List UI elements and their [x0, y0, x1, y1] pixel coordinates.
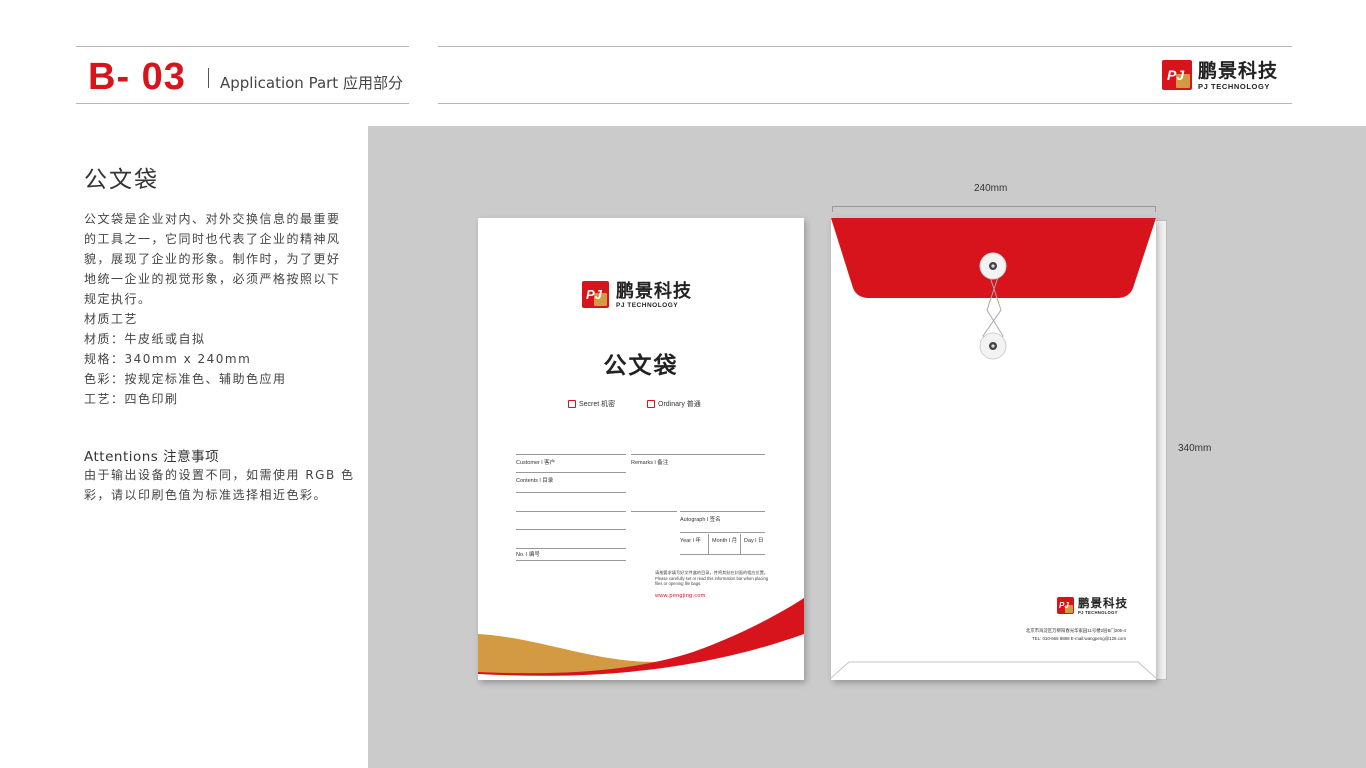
height-dimension-label: 340mm	[1178, 443, 1212, 454]
field-rule	[516, 454, 626, 455]
document-heading: 公文袋	[84, 167, 159, 193]
autograph-top-line	[680, 511, 765, 512]
contents-field-line-4	[516, 548, 626, 549]
header-rule-left-bottom	[76, 103, 409, 104]
brand-swoosh	[478, 598, 804, 680]
logo-name-cn: 鹏景科技	[616, 280, 692, 302]
company-contact: TEL: 010-666 8888 E-mail:wangpeng@126.co…	[1031, 636, 1126, 641]
width-dimension-line	[832, 206, 1156, 212]
logo-name-en: PJ TECHNOLOGY	[1078, 610, 1118, 615]
front-title: 公文袋	[603, 353, 679, 379]
header-separator	[208, 68, 209, 88]
number-field-line	[516, 560, 626, 561]
number-label: No. l 编号	[516, 552, 540, 558]
front-logo: PJ 鹏景科技 PJ TECHNOLOGY	[582, 281, 692, 309]
width-dimension-label: 240mm	[974, 183, 1008, 194]
logo-mark-icon: PJ	[1162, 60, 1194, 92]
year-label: Year l 年	[680, 538, 701, 544]
contents-label: Contents l 目录	[516, 478, 554, 484]
envelope-back: PJ 鹏景科技 PJ TECHNOLOGY 北京市海淀区万柳阳春光华家园11号楼…	[831, 218, 1156, 680]
logo-name-en: PJ TECHNOLOGY	[1198, 82, 1270, 91]
envelope-thickness	[1156, 220, 1167, 680]
company-address: 北京市海淀区万柳阳春光华家园11号楼2层B门205-4	[1025, 628, 1126, 633]
logo-mark-icon: PJ	[1057, 597, 1075, 615]
contents-field-line-1	[516, 492, 626, 493]
date-divider-2	[740, 534, 741, 554]
secret-checkbox[interactable]: Secret 机密	[568, 399, 615, 409]
day-label: Day l 日	[744, 538, 764, 544]
header-logo: PJ 鹏景科技 PJ TECHNOLOGY	[1162, 60, 1278, 92]
logo-name-cn: 鹏景科技	[1078, 596, 1128, 610]
attentions-title: Attentions 注意事项	[84, 449, 220, 465]
bottom-fold	[831, 661, 1156, 679]
ordinary-checkbox[interactable]: Ordinary 普通	[647, 399, 701, 409]
header-rule-right-top	[438, 46, 1292, 47]
customer-label: Customer l 客户	[516, 460, 556, 466]
lower-button-icon	[979, 332, 1007, 360]
contents-field-line-3	[516, 529, 626, 530]
header-rule-right-bottom	[438, 103, 1292, 104]
logo-name-en: PJ TECHNOLOGY	[616, 301, 679, 309]
page-code: B- 03	[88, 56, 186, 98]
contents-field-line-2	[516, 511, 626, 512]
month-label: Month l 月	[712, 538, 738, 544]
header-rule-left-top	[76, 46, 409, 47]
usage-note: 请按要求填写好文件盒的目录，并将其贴在封面的相应位置。 Please caref…	[655, 570, 769, 587]
autograph-label: Autograph l 签名	[680, 517, 721, 523]
autograph-field-line	[680, 532, 765, 533]
remarks-top-line	[631, 454, 765, 455]
checkbox-icon	[647, 400, 655, 408]
envelope-front: PJ 鹏景科技 PJ TECHNOLOGY 公文袋 Secret 机密 Ordi…	[478, 218, 804, 680]
remarks-label: Remarks l 备注	[631, 460, 669, 466]
section-title: Application Part 应用部分	[220, 74, 403, 92]
upper-button-icon	[979, 252, 1007, 280]
remarks-field-line	[631, 511, 677, 512]
date-divider-1	[708, 534, 709, 554]
logo-mark-icon: PJ	[582, 281, 612, 309]
attentions-paragraph: 由于输出设备的设置不同，如需使用 RGB 色 彩，请以印刷色值为标准选择相近色彩…	[84, 468, 355, 502]
date-field-line	[680, 554, 765, 555]
checkbox-icon	[568, 400, 576, 408]
back-logo: PJ 鹏景科技 PJ TECHNOLOGY	[1057, 597, 1128, 615]
description-paragraph: 公文袋是企业对内、对外交换信息的最重要 的工具之一，它同时也代表了企业的精神风 …	[84, 212, 341, 406]
logo-name-cn: 鹏景科技	[1198, 60, 1279, 82]
customer-field-line	[516, 472, 626, 473]
